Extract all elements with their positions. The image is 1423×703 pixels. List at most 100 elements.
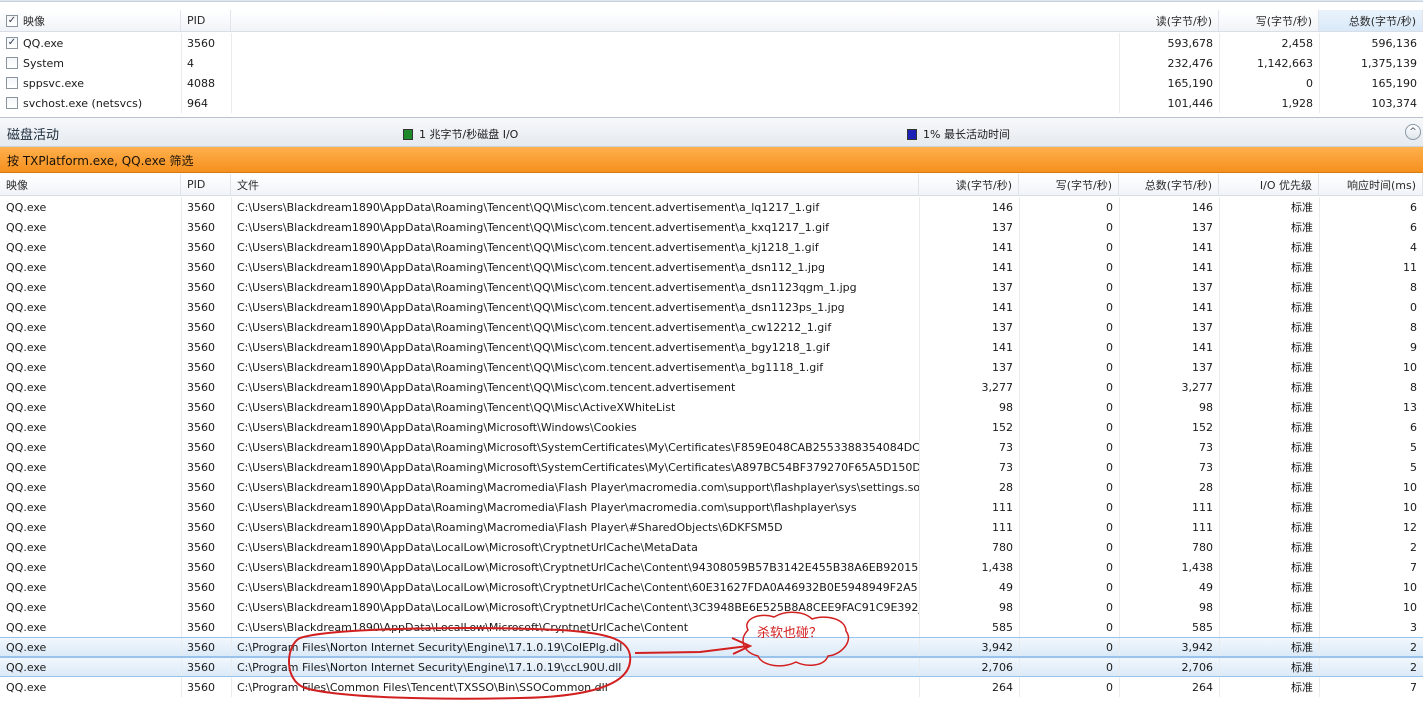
column-divider xyxy=(1219,53,1220,73)
column-divider xyxy=(1119,677,1120,697)
process-row[interactable]: svchost.exe (netsvcs) 964 101,446 1,928 103,… xyxy=(0,93,1423,113)
disk-io-priority: 标准 xyxy=(1291,321,1313,334)
disk-row[interactable]: QQ.exe 3560 C:\Program Files\Common Files\… xyxy=(0,677,1423,697)
column-write-label: 写(字节/秒) xyxy=(1055,178,1112,192)
disk-row[interactable]: QQ.exe 3560 C:\Users\Blackdream1890\AppDat… xyxy=(0,517,1423,537)
process-total: 1,375,139 xyxy=(1361,56,1417,70)
disk-row[interactable]: QQ.exe 3560 C:\Users\Blackdream1890\AppDat… xyxy=(0,237,1423,257)
disk-row[interactable]: QQ.exe 3560 C:\Users\Blackdream1890\AppDat… xyxy=(0,537,1423,557)
column-divider xyxy=(1319,217,1320,237)
column-divider xyxy=(231,617,232,637)
column-pid[interactable]: PID xyxy=(181,10,231,31)
disk-row[interactable]: QQ.exe 3560 C:\Users\Blackdream1890\AppDat… xyxy=(0,557,1423,577)
disk-response-time: 3 xyxy=(1410,620,1417,634)
column-divider xyxy=(231,237,232,257)
column-divider xyxy=(1319,557,1320,577)
column-io-priority[interactable]: I/O 优先级 xyxy=(1219,174,1319,195)
column-file[interactable]: 文件 xyxy=(231,174,919,195)
process-checkbox[interactable]: ✓ xyxy=(6,37,18,49)
disk-row[interactable]: QQ.exe 3560 C:\Users\Blackdream1890\AppDat… xyxy=(0,297,1423,317)
disk-write: 0 xyxy=(1106,460,1113,474)
column-divider xyxy=(231,537,232,557)
column-write[interactable]: 写(字节/秒) xyxy=(1019,174,1119,195)
column-divider xyxy=(919,477,920,497)
disk-response-time: 11 xyxy=(1403,260,1417,274)
process-write: 0 xyxy=(1306,76,1313,90)
disk-row[interactable]: QQ.exe 3560 C:\Users\Blackdream1890\AppDat… xyxy=(0,577,1423,597)
disk-row[interactable]: QQ.exe 3560 C:\Users\Blackdream1890\AppDat… xyxy=(0,597,1423,617)
process-read: 232,476 xyxy=(1167,56,1214,70)
disk-image: QQ.exe xyxy=(6,540,47,554)
collapse-chevron-icon[interactable]: ^ xyxy=(1405,124,1421,140)
column-divider xyxy=(1219,537,1220,557)
disk-row[interactable]: QQ.exe 3560 C:\Program Files\Norton Intern… xyxy=(0,637,1423,657)
column-divider xyxy=(1319,517,1320,537)
disk-write: 0 xyxy=(1106,320,1113,334)
column-divider xyxy=(231,73,232,93)
disk-row[interactable]: QQ.exe 3560 C:\Program Files\Norton Intern… xyxy=(0,657,1423,677)
process-checkbox[interactable] xyxy=(6,77,18,89)
disk-pid: 3560 xyxy=(187,600,215,614)
disk-image: QQ.exe xyxy=(6,560,47,574)
disk-row[interactable]: QQ.exe 3560 C:\Users\Blackdream1890\AppDat… xyxy=(0,217,1423,237)
process-row[interactable]: ✓ QQ.exe 3560 593,678 2,458 596,136 xyxy=(0,33,1423,53)
column-divider xyxy=(1119,417,1120,437)
disk-row[interactable]: QQ.exe 3560 C:\Users\Blackdream1890\AppDat… xyxy=(0,257,1423,277)
disk-row[interactable]: QQ.exe 3560 C:\Users\Blackdream1890\AppDat… xyxy=(0,277,1423,297)
disk-row[interactable]: QQ.exe 3560 C:\Users\Blackdream1890\AppDat… xyxy=(0,197,1423,217)
column-read[interactable]: 读(字节/秒) xyxy=(1119,10,1219,31)
process-row[interactable]: System 4 232,476 1,142,663 1,375,139 xyxy=(0,53,1423,73)
disk-row[interactable]: QQ.exe 3560 C:\Users\Blackdream1890\AppDat… xyxy=(0,437,1423,457)
column-divider xyxy=(231,497,232,517)
disk-row[interactable]: QQ.exe 3560 C:\Users\Blackdream1890\AppDat… xyxy=(0,477,1423,497)
disk-row[interactable]: QQ.exe 3560 C:\Users\Blackdream1890\AppDat… xyxy=(0,457,1423,477)
disk-response-time: 10 xyxy=(1403,500,1417,514)
column-divider xyxy=(919,197,920,217)
column-divider xyxy=(231,93,232,113)
column-divider xyxy=(231,658,232,676)
column-read[interactable]: 读(字节/秒) xyxy=(919,174,1019,195)
disk-io-priority: 标准 xyxy=(1291,621,1313,634)
disk-io-priority: 标准 xyxy=(1291,661,1313,674)
column-write[interactable]: 写(字节/秒) xyxy=(1219,10,1319,31)
disk-response-time: 12 xyxy=(1403,520,1417,534)
column-total[interactable]: 总数(字节/秒) xyxy=(1119,174,1219,195)
disk-image: QQ.exe xyxy=(6,460,47,474)
process-name: sppsvc.exe xyxy=(23,76,84,90)
disk-row[interactable]: QQ.exe 3560 C:\Users\Blackdream1890\AppDat… xyxy=(0,357,1423,377)
column-total[interactable]: 总数(字节/秒) xyxy=(1319,10,1423,31)
column-image[interactable]: 映像 xyxy=(0,174,181,195)
column-divider xyxy=(1119,73,1120,93)
disk-row[interactable]: QQ.exe 3560 C:\Users\Blackdream1890\AppDat… xyxy=(0,617,1423,637)
select-all-checkbox[interactable]: ✓ xyxy=(6,14,18,27)
column-divider xyxy=(1119,337,1120,357)
disk-row[interactable]: QQ.exe 3560 C:\Users\Blackdream1890\AppDat… xyxy=(0,497,1423,517)
process-row[interactable]: sppsvc.exe 4088 165,190 0 165,190 xyxy=(0,73,1423,93)
column-divider xyxy=(1319,33,1320,53)
disk-file: C:\Users\Blackdream1890\AppData\Roaming\… xyxy=(237,440,919,454)
column-image[interactable]: ✓ 映像 xyxy=(0,10,181,31)
disk-file: C:\Program Files\Common Files\Tencent\TX… xyxy=(237,680,608,694)
disk-row[interactable]: QQ.exe 3560 C:\Users\Blackdream1890\AppDat… xyxy=(0,397,1423,417)
disk-io-priority: 标准 xyxy=(1291,561,1313,574)
disk-image: QQ.exe xyxy=(6,620,47,634)
column-pid[interactable]: PID xyxy=(181,174,231,195)
disk-activity-header[interactable]: 磁盘活动 1 兆字节/秒磁盘 I/O 1% 最长活动时间 ^ xyxy=(0,117,1423,147)
column-response-time-label: 响应时间(ms) xyxy=(1346,178,1416,192)
disk-io-priority: 标准 xyxy=(1291,581,1313,594)
disk-row[interactable]: QQ.exe 3560 C:\Users\Blackdream1890\AppDat… xyxy=(0,317,1423,337)
column-divider xyxy=(231,417,232,437)
column-divider xyxy=(1219,337,1220,357)
disk-row[interactable]: QQ.exe 3560 C:\Users\Blackdream1890\AppDat… xyxy=(0,377,1423,397)
column-response-time[interactable]: 响应时间(ms) xyxy=(1319,174,1423,195)
disk-row[interactable]: QQ.exe 3560 C:\Users\Blackdream1890\AppDat… xyxy=(0,417,1423,437)
disk-row[interactable]: QQ.exe 3560 C:\Users\Blackdream1890\AppDat… xyxy=(0,337,1423,357)
process-checkbox[interactable] xyxy=(6,97,18,109)
column-divider xyxy=(181,217,182,237)
column-divider xyxy=(919,337,920,357)
process-checkbox[interactable] xyxy=(6,57,18,69)
disk-file: C:\Users\Blackdream1890\AppData\Roaming\… xyxy=(237,340,830,354)
disk-response-time: 2 xyxy=(1410,660,1417,674)
filter-bar[interactable]: 按 TXPlatform.exe, QQ.exe 筛选 xyxy=(0,147,1423,173)
column-divider xyxy=(181,457,182,477)
